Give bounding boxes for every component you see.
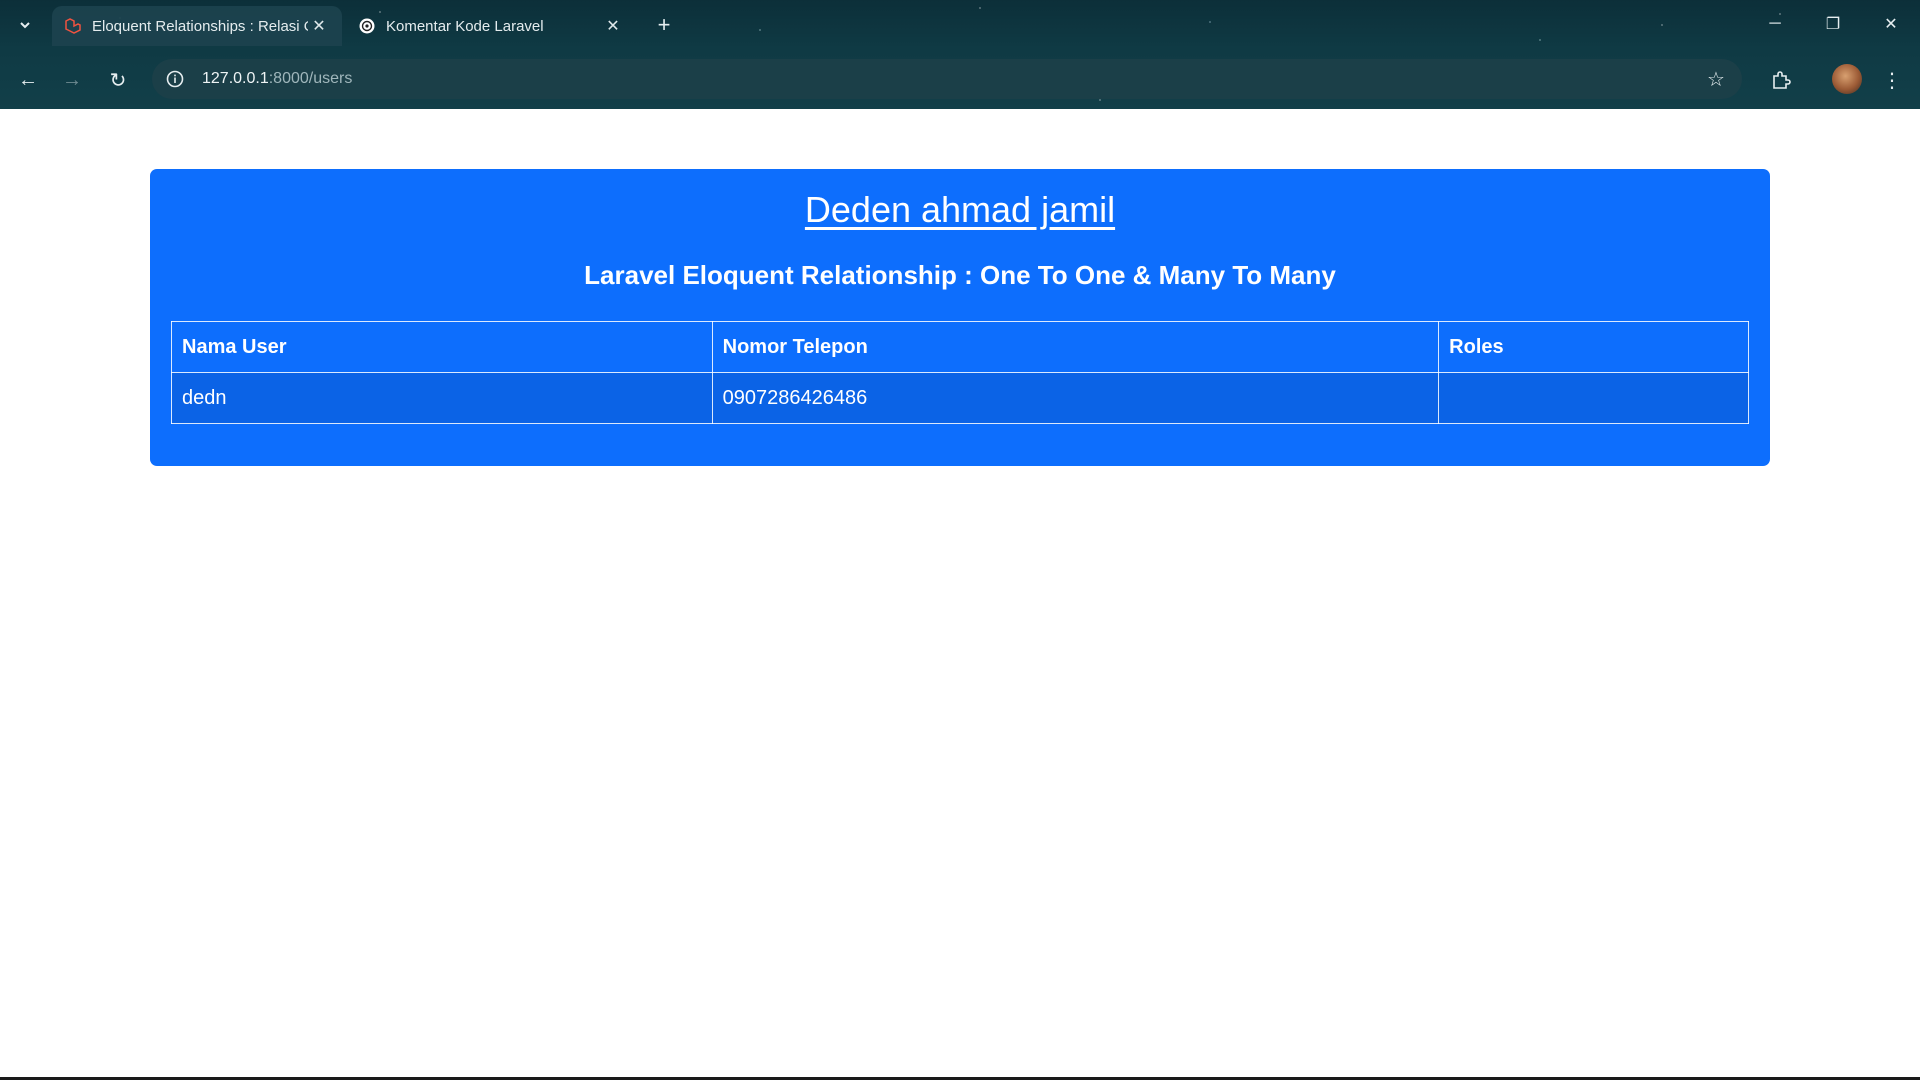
back-button[interactable]: ← bbox=[10, 62, 46, 98]
window-controls: ─ ❐ ✕ bbox=[1746, 0, 1920, 48]
arrow-left-icon: ← bbox=[18, 68, 38, 91]
tab-search-button[interactable] bbox=[10, 12, 40, 38]
puzzle-icon bbox=[1773, 71, 1791, 89]
close-icon: ✕ bbox=[1884, 16, 1898, 33]
bookmark-star-icon[interactable]: ☆ bbox=[1704, 67, 1728, 91]
arrow-right-icon: → bbox=[62, 68, 82, 91]
users-card: Deden ahmad jamil Laravel Eloquent Relat… bbox=[150, 169, 1770, 466]
restore-icon: ❐ bbox=[1825, 16, 1841, 33]
restore-button[interactable]: ❐ bbox=[1804, 0, 1862, 48]
reload-icon: ↻ bbox=[109, 69, 127, 92]
cell-nama-user: dedn bbox=[171, 372, 713, 424]
column-header-nama-user: Nama User bbox=[171, 321, 713, 373]
cell-nomor-telepon: 0907286426486 bbox=[711, 372, 1440, 424]
browser-chrome: Eloquent Relationships : Relasi O ✕ Kome… bbox=[0, 0, 1920, 109]
close-icon[interactable]: ✕ bbox=[602, 15, 624, 37]
page-subtitle: Laravel Eloquent Relationship : One To O… bbox=[584, 260, 1336, 290]
table-row: dedn 0907286426486 bbox=[171, 372, 1749, 424]
tab-strip: Eloquent Relationships : Relasi O ✕ Kome… bbox=[0, 0, 1920, 50]
table-header-row: Nama User Nomor Telepon Roles bbox=[171, 321, 1749, 373]
minimize-icon: ─ bbox=[1769, 15, 1781, 32]
close-window-button[interactable]: ✕ bbox=[1862, 0, 1920, 48]
tab-eloquent-relationships[interactable]: Eloquent Relationships : Relasi O ✕ bbox=[52, 6, 342, 46]
users-table: Nama User Nomor Telepon Roles dedn 09072… bbox=[171, 321, 1749, 424]
profile-avatar[interactable] bbox=[1832, 64, 1862, 94]
tab-title: Eloquent Relationships : Relasi O bbox=[92, 17, 308, 35]
cell-roles bbox=[1438, 372, 1749, 424]
url-host: 127.0.0.1 bbox=[202, 70, 269, 87]
forward-button[interactable]: → bbox=[54, 62, 90, 98]
tab-title: Komentar Kode Laravel bbox=[386, 17, 544, 35]
chevron-down-icon bbox=[20, 22, 30, 29]
reload-button[interactable]: ↻ bbox=[100, 62, 136, 98]
plus-icon: + bbox=[657, 12, 671, 37]
page-title[interactable]: Deden ahmad jamil bbox=[150, 189, 1770, 231]
tab-komentar-kode-laravel[interactable]: Komentar Kode Laravel ✕ bbox=[346, 6, 636, 46]
browser-toolbar: ← → ↻ 127.0.0.1:8000/users ☆ ⋮ bbox=[0, 56, 1920, 104]
openai-icon bbox=[358, 17, 376, 35]
new-tab-button[interactable]: + bbox=[650, 12, 678, 38]
address-bar[interactable]: 127.0.0.1:8000/users ☆ bbox=[152, 59, 1742, 99]
url-path: :8000/users bbox=[268, 70, 353, 87]
info-icon[interactable] bbox=[162, 66, 188, 92]
close-icon[interactable]: ✕ bbox=[308, 15, 330, 37]
page-content: Deden ahmad jamil Laravel Eloquent Relat… bbox=[0, 109, 1920, 1080]
url-text: 127.0.0.1:8000/users bbox=[202, 70, 352, 88]
minimize-button[interactable]: ─ bbox=[1746, 0, 1804, 48]
laravel-icon bbox=[64, 17, 82, 35]
column-header-roles: Roles bbox=[1438, 321, 1749, 373]
more-vertical-icon: ⋮ bbox=[1882, 69, 1902, 92]
menu-button[interactable]: ⋮ bbox=[1874, 62, 1910, 98]
column-header-nomor-telepon: Nomor Telepon bbox=[711, 321, 1440, 373]
extensions-button[interactable] bbox=[1763, 62, 1799, 98]
